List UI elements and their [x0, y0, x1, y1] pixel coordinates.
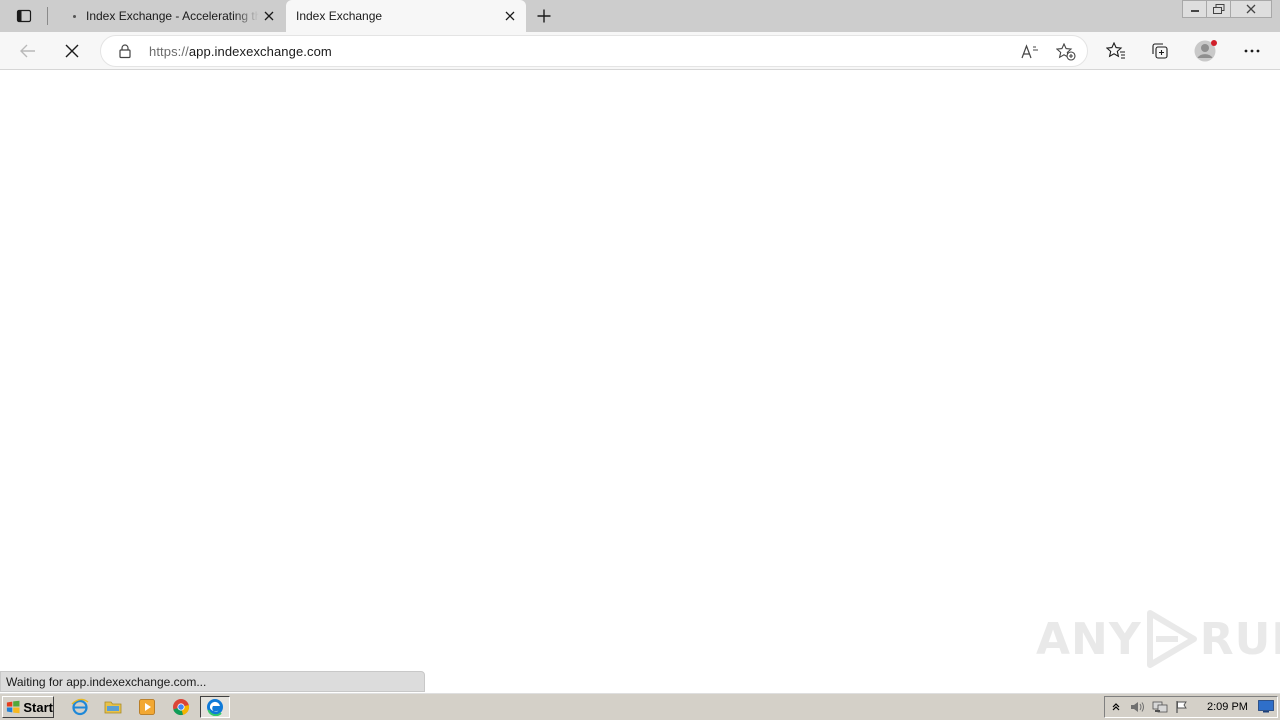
- tab-inactive[interactable]: Index Exchange - Accelerating the: [56, 0, 285, 32]
- plus-icon[interactable]: [532, 4, 556, 28]
- tab-divider: [47, 7, 48, 25]
- close-icon[interactable]: [259, 6, 279, 26]
- chrome-icon[interactable]: [170, 697, 192, 717]
- windows-logo-icon: [6, 700, 20, 714]
- favorites-icon[interactable]: [1102, 37, 1130, 65]
- tab-active[interactable]: Index Exchange: [286, 0, 526, 32]
- show-hidden-icons-icon[interactable]: [1105, 697, 1127, 717]
- close-icon[interactable]: [500, 6, 520, 26]
- loading-favicon-icon: [66, 8, 82, 24]
- profile-icon[interactable]: [1192, 37, 1220, 65]
- stop-icon[interactable]: [58, 37, 86, 65]
- window-controls: [1182, 0, 1272, 18]
- volume-icon[interactable]: [1127, 697, 1149, 717]
- start-button[interactable]: Start: [2, 696, 54, 718]
- more-icon[interactable]: [1238, 37, 1266, 65]
- system-tray: 2:09 PM: [1104, 696, 1278, 718]
- status-bubble: Waiting for app.indexexchange.com...: [0, 671, 425, 692]
- tab-title: Index Exchange: [296, 9, 383, 23]
- anyrun-watermark: ANY RUN: [1036, 609, 1280, 669]
- tab-actions-icon[interactable]: [8, 4, 40, 28]
- lock-icon[interactable]: [117, 43, 133, 59]
- restore-icon[interactable]: [1206, 0, 1231, 18]
- clock[interactable]: 2:09 PM: [1207, 701, 1248, 713]
- action-center-flag-icon[interactable]: [1171, 697, 1193, 717]
- tab-strip: Index Exchange - Accelerating the Index …: [0, 0, 1280, 32]
- network-icon[interactable]: [1149, 697, 1171, 717]
- play-logo-icon: [1146, 610, 1197, 668]
- back-arrow-icon[interactable]: [14, 37, 42, 65]
- add-favorite-icon[interactable]: [1055, 41, 1077, 63]
- taskbar: Start 2:09 PM: [0, 692, 1280, 720]
- read-aloud-icon[interactable]: [1019, 41, 1041, 63]
- file-explorer-icon[interactable]: [102, 697, 124, 717]
- internet-explorer-icon[interactable]: [69, 697, 91, 717]
- collections-icon[interactable]: [1146, 37, 1174, 65]
- address-bar[interactable]: https://app.indexexchange.com: [100, 35, 1088, 67]
- edge-icon[interactable]: [200, 696, 230, 718]
- url-text[interactable]: https://app.indexexchange.com: [149, 44, 332, 59]
- window-close-icon[interactable]: [1230, 0, 1272, 18]
- show-desktop-icon[interactable]: [1258, 699, 1274, 718]
- browser-toolbar: https://app.indexexchange.com: [0, 32, 1280, 70]
- media-player-icon[interactable]: [136, 697, 158, 717]
- page-content: ANY RUN Waiting for app.indexexchange.co…: [0, 71, 1280, 692]
- tab-title: Index Exchange - Accelerating the: [86, 9, 259, 23]
- minimize-icon[interactable]: [1182, 0, 1207, 18]
